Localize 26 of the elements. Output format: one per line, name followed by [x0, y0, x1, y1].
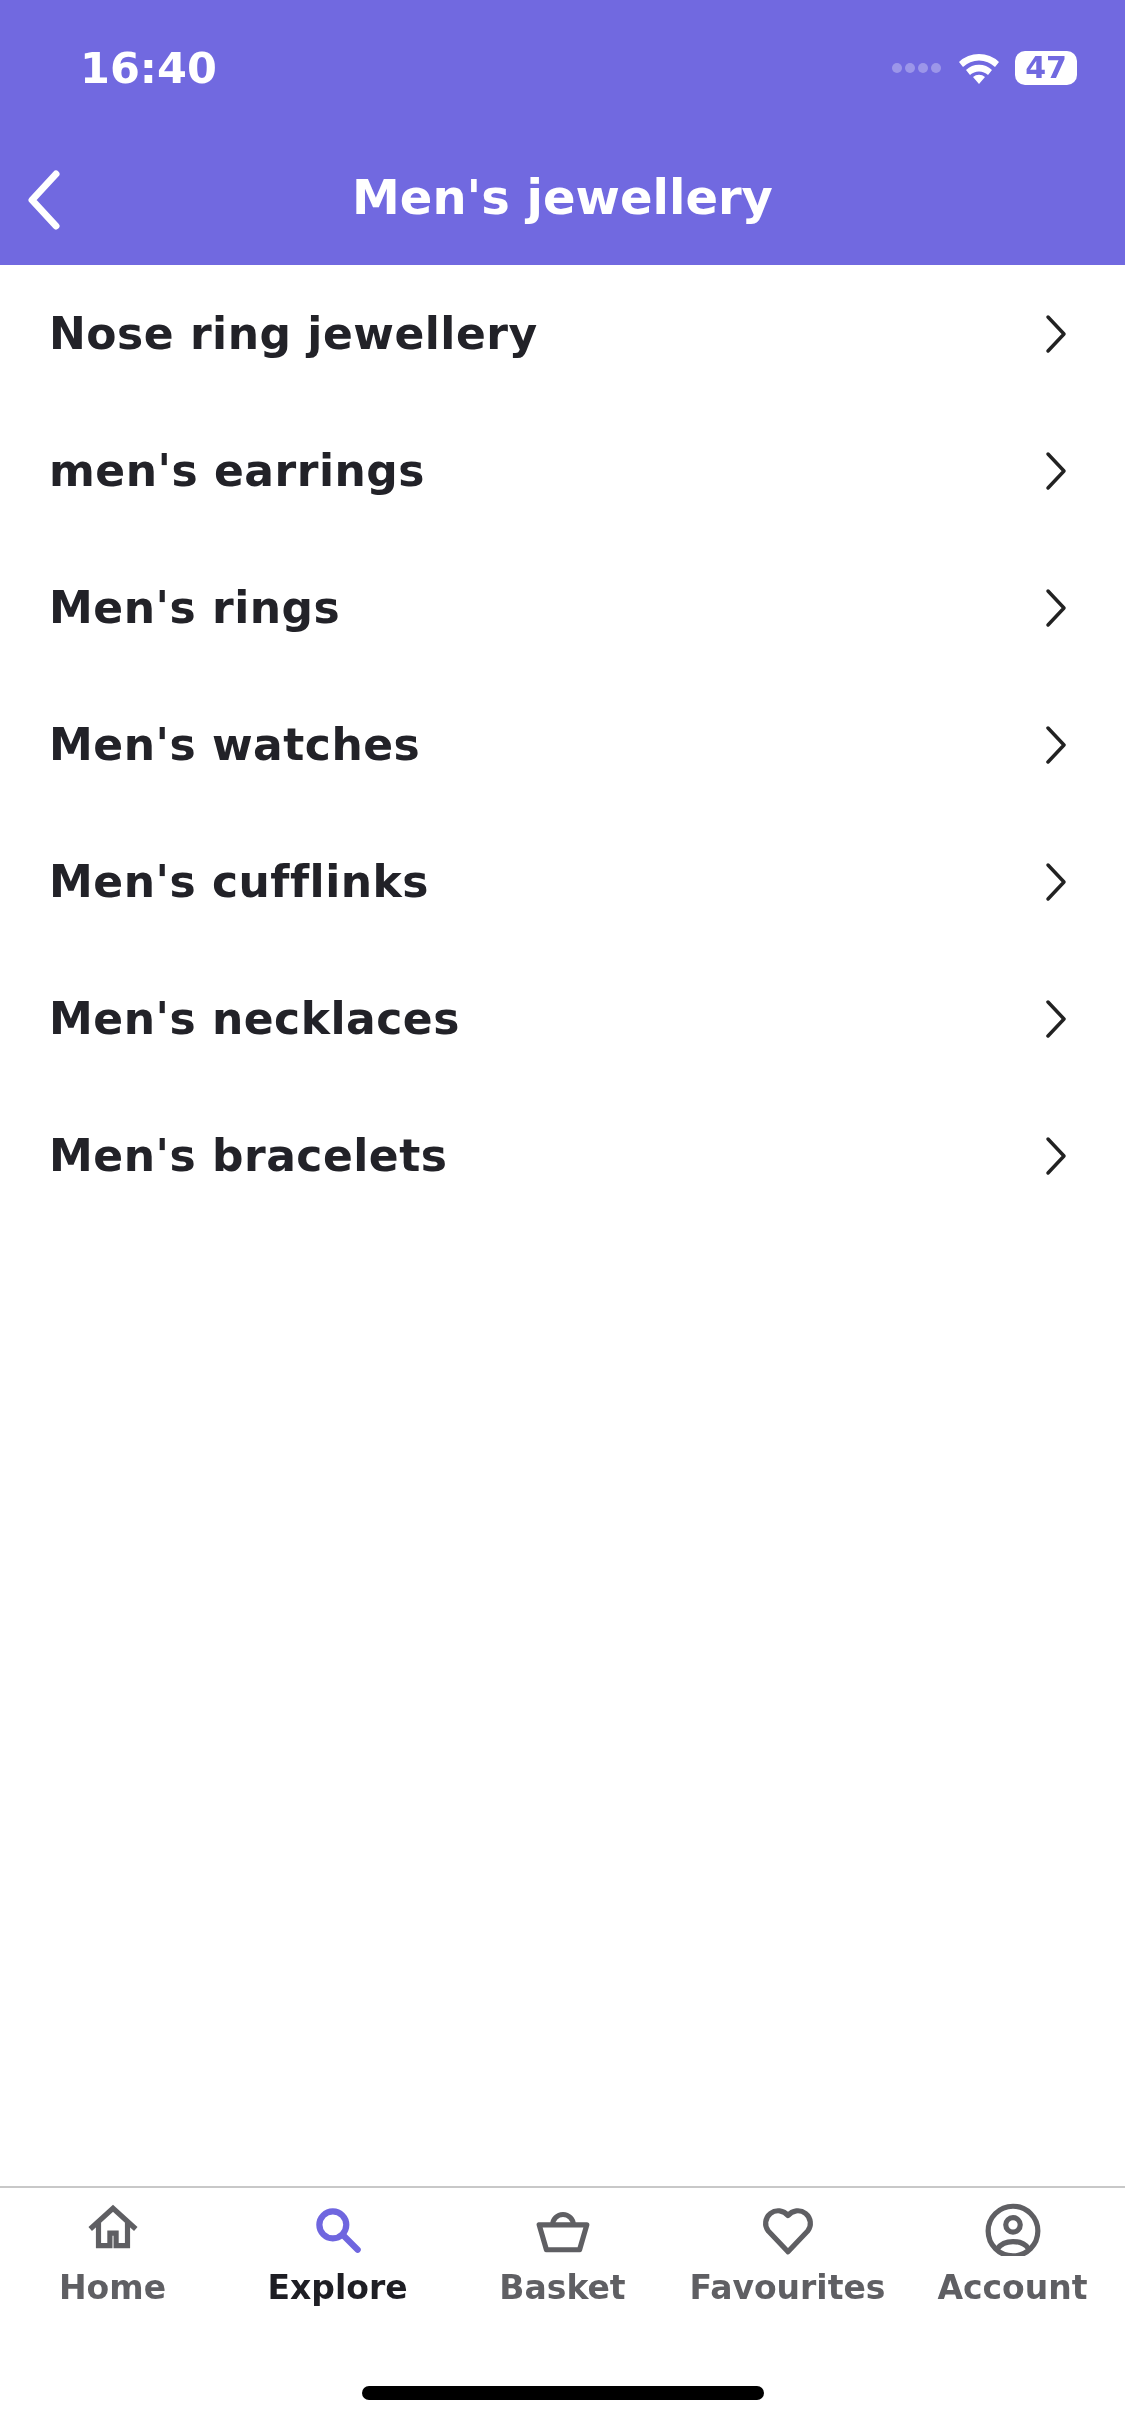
tab-item[interactable]: Basket — [450, 2202, 675, 2350]
chevron-icon — [1045, 587, 1067, 628]
category-item[interactable]: men's earrings — [0, 402, 1125, 539]
category-item[interactable]: Men's necklaces — [0, 950, 1125, 1087]
wifi-icon — [957, 52, 1002, 84]
signal-icon — [891, 62, 944, 74]
tab-item[interactable]: Explore — [225, 2202, 450, 2350]
category-item[interactable]: Men's watches — [0, 676, 1125, 813]
page-title: Men's jewellery — [352, 168, 773, 225]
chevron-icon — [1045, 998, 1067, 1039]
back-icon[interactable] — [26, 170, 62, 230]
battery-icon: 47 — [1015, 51, 1077, 85]
category-item[interactable]: Men's cufflinks — [0, 813, 1125, 950]
chevron-icon — [1045, 1135, 1067, 1176]
chevron-icon — [1045, 724, 1067, 765]
tab-item[interactable]: Home — [0, 2202, 225, 2350]
category-item[interactable]: Men's rings — [0, 539, 1125, 676]
chevron-icon — [1045, 450, 1067, 491]
tab-item[interactable]: Favourites — [675, 2202, 900, 2350]
chevron-icon — [1045, 861, 1067, 902]
status-time: 16:40 — [80, 43, 217, 93]
category-item[interactable]: Men's bracelets — [0, 1087, 1125, 1224]
category-item[interactable]: Nose ring jewellery — [0, 265, 1125, 402]
chevron-icon — [1045, 313, 1067, 354]
tab-item[interactable]: Account — [900, 2202, 1125, 2350]
account-icon — [983, 2202, 1042, 2256]
